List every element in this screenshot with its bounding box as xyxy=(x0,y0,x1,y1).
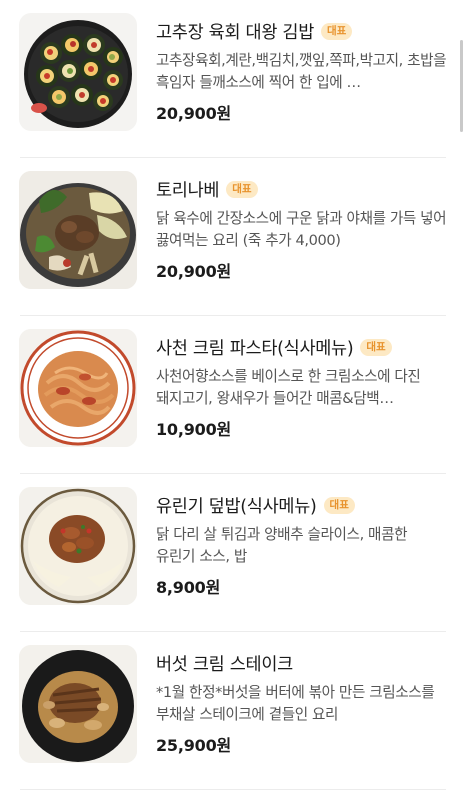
signature-badge: 대표 xyxy=(360,338,392,356)
menu-item[interactable]: 고추장 육회 대왕 김밥 대표 고추장육회,계란,백김치,깻잎,쪽파,박고지, … xyxy=(0,0,466,158)
menu-item[interactable]: 사천 크림 파스타(식사메뉴) 대표 사천어향소스를 베이스로 한 크림소스에 … xyxy=(0,316,466,474)
menu-item-description: 닭 다리 살 튀김과 양배추 슬라이스, 매콤한 유린기 소스, 밥 xyxy=(156,526,408,565)
menu-item-title: 고추장 육회 대왕 김밥 xyxy=(156,22,314,43)
menu-item-price: 8,900원 xyxy=(156,578,221,597)
menu-item-image-hotpot xyxy=(19,171,137,289)
menu-list: 고추장 육회 대왕 김밥 대표 고추장육회,계란,백김치,깻잎,쪽파,박고지, … xyxy=(0,0,466,790)
menu-item-title: 유린기 덮밥(식사메뉴) xyxy=(156,496,317,517)
menu-item-price: 25,900원 xyxy=(156,736,232,755)
menu-item-description: 고추장육회,계란,백김치,깻잎,쪽파,박고지, 초밥을 흑임자 들깨소스에 찍어… xyxy=(156,52,447,91)
menu-item-description: *1월 한정*버섯을 버터에 볶아 만든 크림소스를 부채살 스테이크에 곁들인… xyxy=(156,684,435,723)
menu-item-title: 버섯 크림 스테이크 xyxy=(156,654,293,675)
signature-badge: 대표 xyxy=(226,180,258,198)
menu-item-price: 20,900원 xyxy=(156,104,232,123)
menu-item[interactable]: 유린기 덮밥(식사메뉴) 대표 닭 다리 살 튀김과 양배추 슬라이스, 매콤한… xyxy=(0,474,466,632)
menu-item[interactable]: 토리나베 대표 닭 육수에 간장소스에 구운 닭과 야채를 가득 넣어 끓여먹는… xyxy=(0,158,466,316)
menu-item-image-rice-bowl xyxy=(19,487,137,605)
menu-item-image-kimbap xyxy=(19,13,137,131)
menu-item-title: 사천 크림 파스타(식사메뉴) xyxy=(156,338,354,359)
signature-badge: 대표 xyxy=(323,496,355,514)
signature-badge: 대표 xyxy=(321,22,353,40)
menu-item[interactable]: 버섯 크림 스테이크 *1월 한정*버섯을 버터에 볶아 만든 크림소스를 부채… xyxy=(0,632,466,790)
menu-item-price: 20,900원 xyxy=(156,262,232,281)
menu-item-title: 토리나베 xyxy=(156,180,220,201)
menu-item-description: 사천어향소스를 베이스로 한 크림소스에 다진 돼지고기, 왕새우가 들어간 매… xyxy=(156,368,421,407)
menu-item-description: 닭 육수에 간장소스에 구운 닭과 야채를 가득 넣어 끓여먹는 요리 (죽 추… xyxy=(156,210,447,249)
menu-item-price: 10,900원 xyxy=(156,420,232,439)
menu-item-image-steak xyxy=(19,645,137,763)
scrollbar[interactable] xyxy=(460,40,463,132)
menu-item-image-pasta xyxy=(19,329,137,447)
